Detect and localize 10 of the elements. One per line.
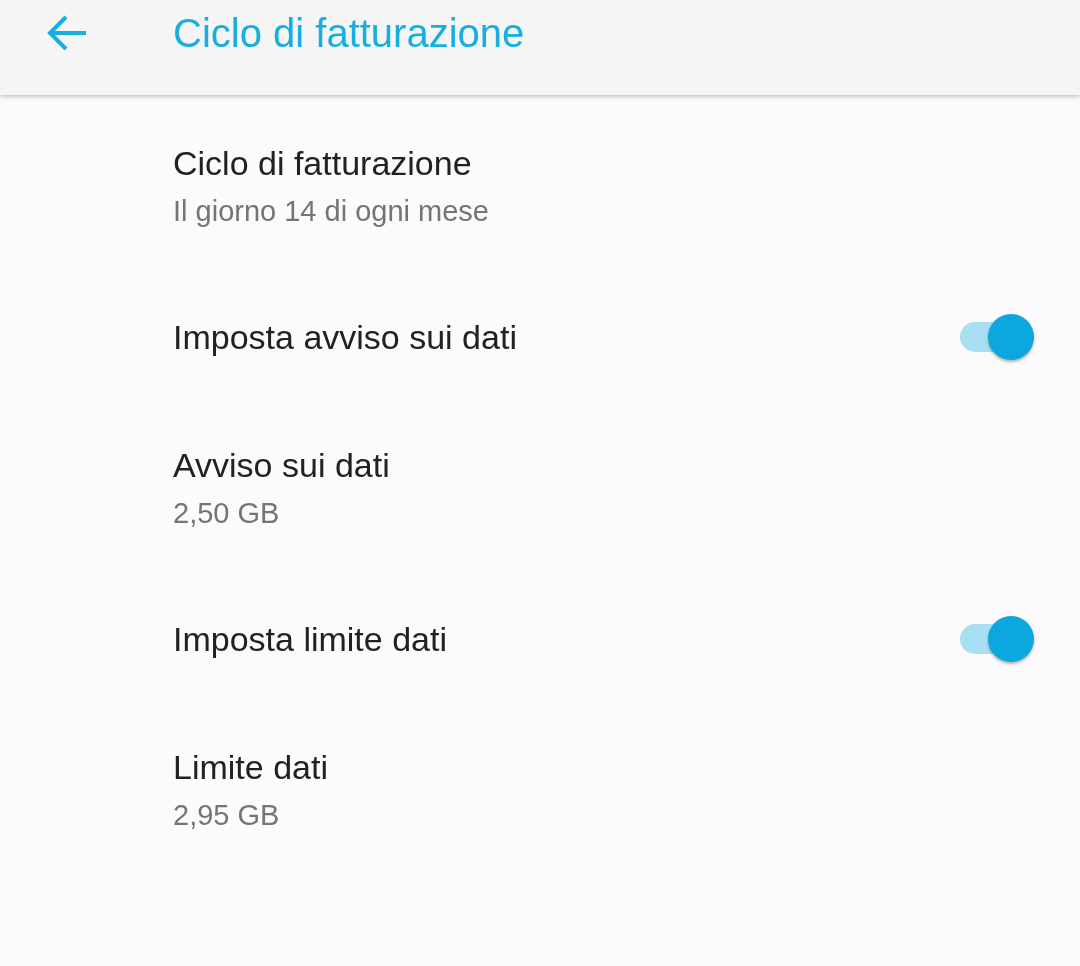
setting-title[interactable]: Imposta limite dati [173,618,958,659]
back-icon[interactable] [46,14,88,51]
setting-title[interactable]: Ciclo di fatturazione [173,142,1034,183]
setting-title[interactable]: Imposta avviso sui dati [173,316,958,357]
setting-summary: Il giorno 14 di ogni mese [173,193,490,229]
setting-summary: 2,50 GB [173,495,281,531]
setting-title[interactable]: Avviso sui dati [173,444,1034,485]
setting-title[interactable]: Limite dati [173,746,1034,787]
screen-title: Ciclo di fatturazione [173,9,525,57]
setting-summary: 2,95 GB [173,797,281,833]
